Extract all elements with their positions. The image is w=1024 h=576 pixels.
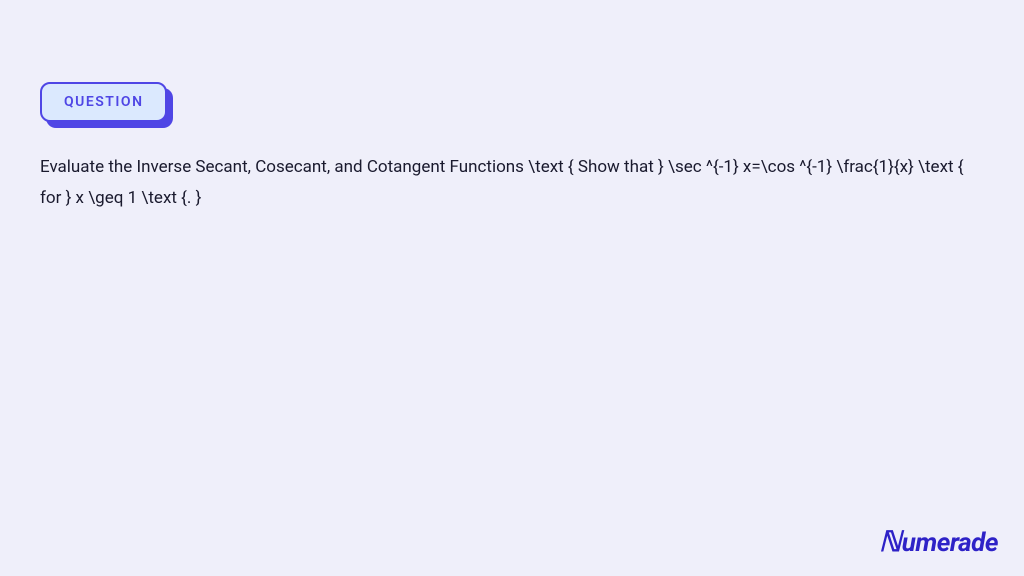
brand-logo: ℕumerade [879, 525, 998, 558]
question-badge-wrap: QUESTION [40, 82, 167, 122]
brand-glyph-icon: ℕ [879, 525, 901, 558]
question-card: QUESTION Evaluate the Inverse Secant, Co… [0, 0, 1024, 215]
question-badge: QUESTION [40, 82, 167, 122]
badge-label: QUESTION [64, 94, 143, 110]
brand-name-fragment: umerade [902, 528, 998, 558]
question-text: Evaluate the Inverse Secant, Cosecant, a… [40, 152, 984, 215]
